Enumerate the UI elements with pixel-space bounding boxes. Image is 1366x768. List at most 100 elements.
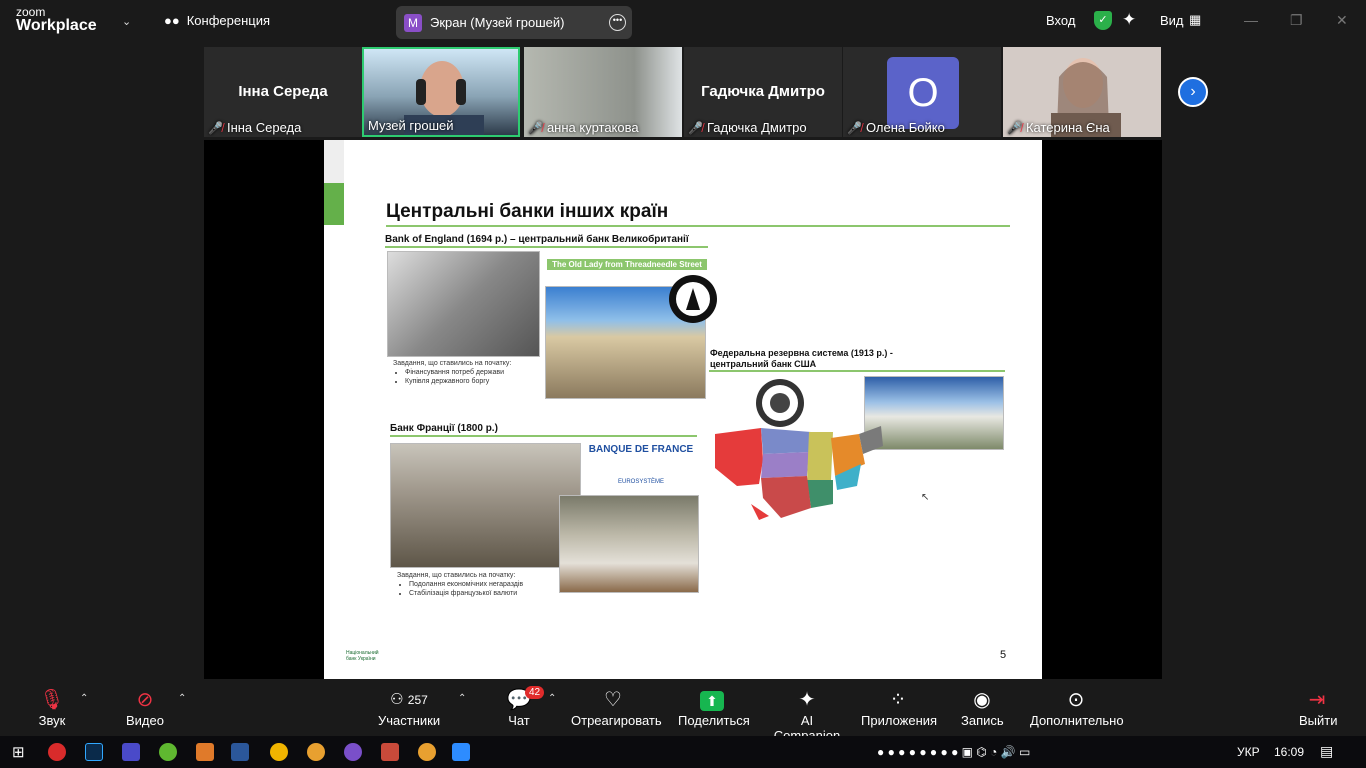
share-screen-button[interactable]: ⬆ Поделиться bbox=[678, 687, 750, 728]
participant-tile[interactable]: 🎤̸ Катерина Єна bbox=[1003, 47, 1161, 137]
participant-tile[interactable]: О 🎤̸ Олена Бойко bbox=[843, 47, 1001, 137]
sparkle-icon[interactable]: ✦ bbox=[1122, 10, 1136, 30]
boe-seal-image bbox=[669, 275, 717, 323]
app-icon[interactable] bbox=[122, 743, 140, 761]
bdf-building-image bbox=[390, 443, 581, 568]
app-icon[interactable] bbox=[381, 743, 399, 761]
leave-label: Выйти bbox=[1299, 713, 1338, 728]
people-icon: ●● bbox=[164, 13, 180, 28]
utorrent-icon[interactable] bbox=[159, 743, 177, 761]
task-item: Стабілізація французької валюти bbox=[409, 589, 523, 598]
login-button[interactable]: Вход bbox=[1046, 13, 1075, 28]
chevron-up-icon[interactable]: ⌃ bbox=[548, 693, 556, 704]
tray-icons[interactable]: ● ● ● ● ● ● ● ● ▣ ⌬ ◔ 🔊 ▭ bbox=[877, 745, 1030, 759]
fed-seal-image bbox=[756, 379, 804, 427]
security-shield-icon[interactable]: ✓ bbox=[1094, 11, 1112, 30]
sparkle-icon: ✦ bbox=[798, 689, 816, 711]
record-button[interactable]: ◉ Запись bbox=[961, 687, 1004, 728]
task-item: Фінансування потреб держави bbox=[405, 368, 511, 377]
fed-heading: Федеральна резервна система (1913 р.) - … bbox=[710, 348, 893, 370]
presentation-slide: Центральні банки інших країн Bank of Eng… bbox=[324, 140, 1042, 679]
participant-big-name: Інна Середа bbox=[238, 83, 328, 100]
fed-districts-map bbox=[715, 426, 883, 520]
app-icon[interactable] bbox=[270, 743, 288, 761]
participant-tile[interactable]: Гадючка Дмитро 🎤̸ Гадючка Дмитро bbox=[684, 47, 842, 137]
screen-share-indicator[interactable]: M Экран (Музей грошей) ••• bbox=[396, 6, 632, 39]
viber-icon[interactable] bbox=[344, 743, 362, 761]
chrome-icon[interactable] bbox=[307, 743, 325, 761]
mic-muted-icon: 🎤̸ bbox=[1007, 120, 1022, 135]
participant-name: Катерина Єна bbox=[1025, 120, 1110, 135]
participants-icon: ⚇ 257 bbox=[390, 691, 428, 708]
boe-heading: Bank of England (1694 р.) – центральний … bbox=[385, 234, 689, 245]
logo-bottom-text: Workplace bbox=[16, 17, 97, 34]
bdf-heading: Банк Франції (1800 р.) bbox=[390, 423, 498, 434]
section-divider bbox=[390, 435, 697, 437]
participants-button[interactable]: ⚇ 257 Участники bbox=[378, 687, 440, 728]
apps-icon: ⁘ bbox=[889, 689, 907, 711]
section-divider bbox=[385, 246, 708, 248]
chevron-up-icon[interactable]: ⌃ bbox=[458, 693, 466, 704]
sharer-avatar: M bbox=[404, 13, 422, 32]
photoshop-icon[interactable] bbox=[85, 743, 103, 761]
maximize-icon[interactable]: ❐ bbox=[1290, 12, 1303, 29]
old-lady-caption: The Old Lady from Threadneedle Street bbox=[547, 259, 707, 270]
grid-icon[interactable]: ▦ bbox=[1189, 12, 1201, 28]
slide-decoration bbox=[324, 140, 344, 183]
bdf-logo-text: BANQUE DE FRANCE bbox=[588, 444, 694, 455]
audio-label: Звук bbox=[38, 713, 66, 728]
mic-muted-icon: 🎤̸ bbox=[528, 120, 543, 135]
chat-unread-badge: 42 bbox=[525, 686, 545, 699]
participant-name: Музей грошей bbox=[368, 118, 454, 133]
leave-button[interactable]: ⇥ Выйти bbox=[1299, 687, 1338, 728]
chevron-up-icon[interactable]: ⌃ bbox=[80, 693, 88, 704]
video-button[interactable]: ⊘ Видео bbox=[124, 687, 166, 728]
participant-tile-active[interactable]: Музей грошей bbox=[362, 47, 520, 137]
chrome-icon[interactable] bbox=[418, 743, 436, 761]
share-title: Экран (Музей грошей) bbox=[430, 15, 565, 30]
tasks-title: Завдання, що ставились на початку: bbox=[393, 360, 512, 367]
video-off-icon: ⊘ bbox=[136, 689, 154, 711]
windows-start-icon[interactable]: ⊞ bbox=[12, 743, 25, 761]
leave-icon: ⇥ bbox=[1308, 689, 1326, 711]
more-button[interactable]: ⊙ Дополнительно bbox=[1030, 687, 1124, 728]
chat-label: Чат bbox=[508, 713, 530, 728]
more-label: Дополнительно bbox=[1030, 713, 1124, 728]
bdf-logo: BANQUE DE FRANCE EUROSYSTÈME bbox=[581, 444, 701, 488]
section-divider bbox=[709, 370, 1005, 372]
mic-muted-icon: 🎤̸ bbox=[847, 120, 862, 135]
clock[interactable]: 16:09 bbox=[1274, 745, 1304, 759]
meeting-toolbar: 🎙 Звук ⌃ ⊘ Видео ⌃ ⚇ 257 Участники ⌃ 💬 Ч… bbox=[0, 679, 1366, 743]
conference-button[interactable]: ●● Конференция bbox=[164, 13, 270, 28]
participant-name: Гадючка Дмитро bbox=[706, 120, 807, 135]
participant-name: Олена Бойко bbox=[865, 120, 945, 135]
chevron-down-icon[interactable]: ⌄ bbox=[122, 15, 131, 28]
view-button[interactable]: Вид bbox=[1160, 13, 1184, 28]
apps-button[interactable]: ⁘ Приложения bbox=[861, 687, 937, 728]
share-label: Поделиться bbox=[678, 713, 750, 728]
windows-taskbar: ⊞ ● ● ● ● ● ● ● ● ▣ ⌬ ◔ 🔊 ▭ УКР 16:09 ▤ bbox=[0, 736, 1366, 768]
word-icon[interactable] bbox=[231, 743, 249, 761]
slide-title: Центральні банки інших країн bbox=[386, 201, 669, 222]
zoom-taskbar-icon[interactable] bbox=[452, 743, 470, 761]
participant-tile[interactable]: Інна Середа 🎤̸ Інна Середа bbox=[204, 47, 362, 137]
record-label: Запись bbox=[961, 713, 1004, 728]
bdf-tasks: Завдання, що ставились на початку: Подол… bbox=[397, 571, 523, 598]
minimize-icon[interactable]: — bbox=[1244, 12, 1258, 28]
notifications-icon[interactable]: ▤ bbox=[1320, 743, 1333, 760]
participant-tile[interactable]: 🎤̸ анна куртакова bbox=[524, 47, 682, 137]
close-icon[interactable]: ✕ bbox=[1336, 12, 1348, 29]
language-indicator[interactable]: УКР bbox=[1237, 745, 1260, 759]
react-button[interactable]: ♡ Отреагировать bbox=[571, 687, 662, 728]
app-icon[interactable] bbox=[196, 743, 214, 761]
audio-button[interactable]: 🎙 Звук bbox=[34, 687, 70, 728]
video-label: Видео bbox=[126, 713, 164, 728]
next-page-button[interactable]: › bbox=[1178, 77, 1208, 107]
chevron-up-icon[interactable]: ⌃ bbox=[178, 693, 186, 704]
ai-companion-button[interactable]: ✦ AI Companion bbox=[768, 687, 846, 743]
opera-icon[interactable] bbox=[48, 743, 66, 761]
mic-muted-icon: 🎙 bbox=[39, 689, 65, 711]
nbu-logo-text: банк України bbox=[346, 656, 376, 662]
more-options-icon[interactable]: ••• bbox=[609, 14, 626, 31]
zoom-logo[interactable]: zoom Workplace bbox=[16, 6, 97, 34]
